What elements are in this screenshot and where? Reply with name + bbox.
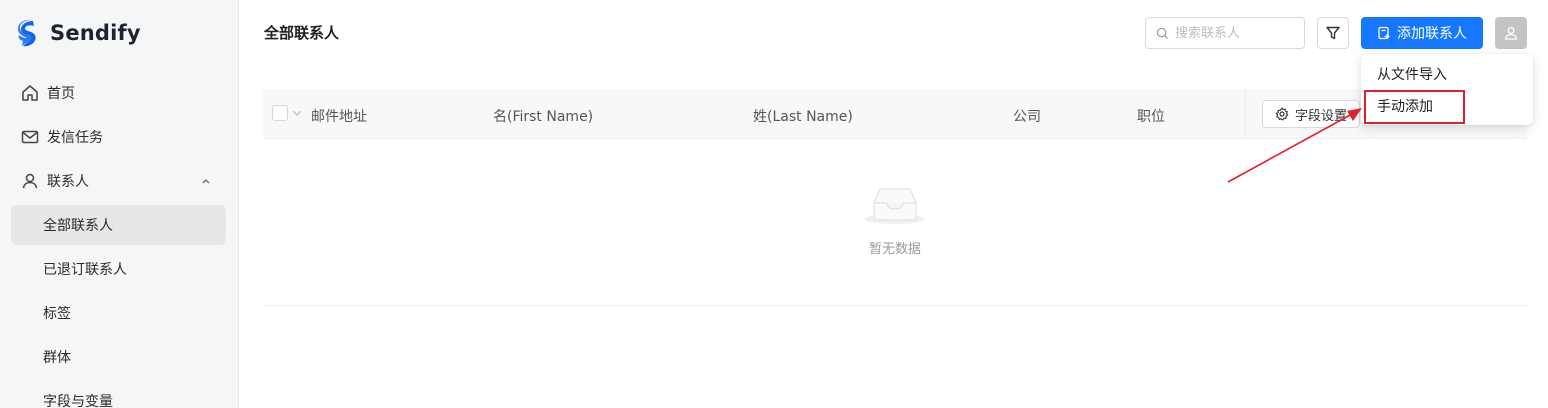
search-box[interactable] <box>1145 17 1305 49</box>
column-email[interactable]: 邮件地址 <box>311 106 367 126</box>
sidebar-item-label: 群体 <box>43 350 71 366</box>
sidebar-item-label: 发信任务 <box>47 130 103 146</box>
gear-icon <box>1275 107 1289 121</box>
filter-icon <box>1326 26 1340 40</box>
logo-icon <box>18 19 36 47</box>
sidebar-item-label: 首页 <box>47 86 75 102</box>
mail-icon <box>20 127 40 147</box>
column-divider <box>1245 89 1246 139</box>
select-all-checkbox[interactable] <box>272 105 288 121</box>
table-header: 邮件地址 名(First Name) 姓(Last Name) 公司 职位 字段… <box>263 89 1527 139</box>
empty-text: 暂无数据 <box>868 242 921 257</box>
column-first-name[interactable]: 名(First Name) <box>493 106 593 126</box>
sidebar-item-label: 联系人 <box>47 174 89 190</box>
filter-button[interactable] <box>1317 17 1349 49</box>
sidebar-item-unsubscribed[interactable]: 已退订联系人 <box>11 249 226 289</box>
chevron-down-icon[interactable] <box>292 109 302 117</box>
add-contact-label: 添加联系人 <box>1397 26 1467 42</box>
app-logo[interactable]: Sendify <box>16 18 141 48</box>
table-bottom-divider <box>263 305 1527 306</box>
user-icon <box>20 171 40 191</box>
empty-inbox-icon <box>865 188 925 224</box>
user-avatar[interactable] <box>1495 17 1527 49</box>
add-contact-icon <box>1378 26 1390 40</box>
sidebar: Sendify 首页 发信任务 联系人 全部联系人 已退订联系人 标签 群体 字… <box>0 0 239 408</box>
menu-item-import-file[interactable]: 从文件导入 <box>1377 64 1447 84</box>
annotation-highlight-box <box>1364 90 1465 124</box>
search-icon <box>1156 27 1169 39</box>
field-settings-label: 字段设置 <box>1295 108 1348 124</box>
sidebar-item-tags[interactable]: 标签 <box>11 293 226 333</box>
add-contact-button[interactable]: 添加联系人 <box>1361 17 1483 49</box>
empty-state: 暂无数据 <box>843 180 947 257</box>
home-icon <box>20 83 40 103</box>
sidebar-item-contacts[interactable]: 联系人 <box>11 161 226 201</box>
sidebar-item-label: 已退订联系人 <box>43 262 127 278</box>
column-company[interactable]: 公司 <box>1013 106 1041 126</box>
field-settings-button[interactable]: 字段设置 <box>1262 100 1360 128</box>
chevron-up-icon <box>202 179 210 184</box>
column-last-name[interactable]: 姓(Last Name) <box>753 106 853 126</box>
sidebar-item-label: 标签 <box>43 306 71 322</box>
sidebar-item-all-contacts[interactable]: 全部联系人 <box>11 205 226 245</box>
sidebar-item-groups[interactable]: 群体 <box>11 337 226 377</box>
app-name: Sendify <box>50 21 141 45</box>
search-input[interactable] <box>1175 25 1295 41</box>
sidebar-item-label: 字段与变量 <box>43 394 113 408</box>
sidebar-item-label: 全部联系人 <box>43 218 113 234</box>
sidebar-item-fields-variables[interactable]: 字段与变量 <box>11 381 226 408</box>
sidebar-item-home[interactable]: 首页 <box>11 73 226 113</box>
avatar-icon <box>1504 27 1518 40</box>
sidebar-item-tasks[interactable]: 发信任务 <box>11 117 226 157</box>
app-window: Sendify 首页 发信任务 联系人 全部联系人 已退订联系人 标签 群体 字… <box>0 0 1548 408</box>
page-title: 全部联系人 <box>264 24 340 42</box>
column-title[interactable]: 职位 <box>1137 106 1165 126</box>
